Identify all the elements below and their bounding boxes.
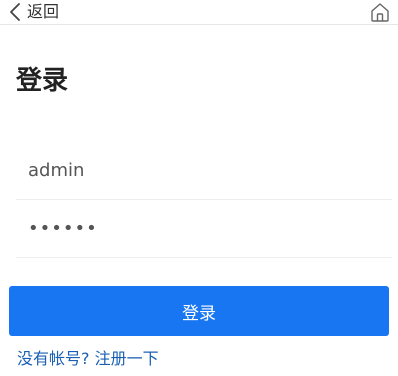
top-navigation-bar: 返回 xyxy=(0,0,398,25)
chevron-left-icon xyxy=(10,3,20,21)
back-label: 返回 xyxy=(27,2,60,21)
password-input[interactable] xyxy=(16,200,392,257)
home-button[interactable] xyxy=(369,1,391,23)
page-title: 登录 xyxy=(16,66,69,96)
password-field-row xyxy=(16,200,392,258)
login-page: 返回 登录 登录 没有帐号? 注册一下 xyxy=(0,0,398,376)
username-input[interactable] xyxy=(16,142,392,199)
login-button[interactable]: 登录 xyxy=(9,286,389,336)
home-icon xyxy=(371,3,389,22)
back-button[interactable]: 返回 xyxy=(9,1,59,23)
register-link[interactable]: 没有帐号? 注册一下 xyxy=(17,347,159,371)
username-field-row xyxy=(16,142,392,200)
